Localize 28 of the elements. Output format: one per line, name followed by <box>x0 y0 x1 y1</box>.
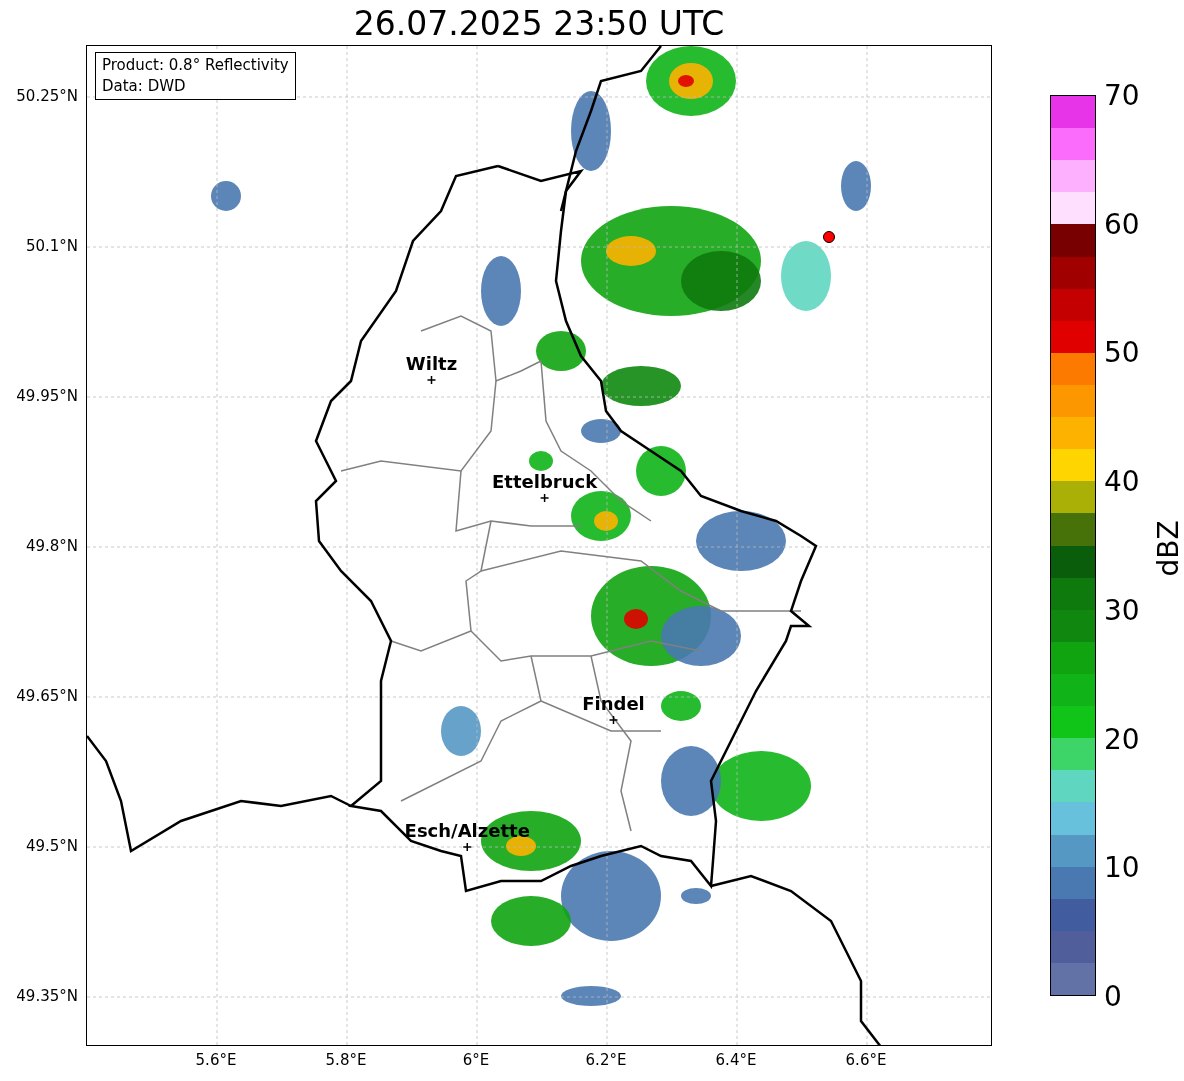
axis-tick-label: 50.25°N <box>16 87 78 105</box>
axis-tick-label: 5.8°E <box>325 1051 367 1069</box>
axis-tick-label: 49.5°N <box>25 837 78 855</box>
colorbar-tick-label: 60 <box>1104 207 1140 241</box>
colorbar-tick-label: 30 <box>1104 593 1140 627</box>
colorbar-tick-label: 70 <box>1104 78 1140 112</box>
axis-tick-label: 49.35°N <box>16 987 78 1005</box>
place-label: Wiltz <box>405 353 458 374</box>
axis-tick-label: 49.65°N <box>16 687 78 705</box>
axis-tick-label: 6.6°E <box>845 1051 887 1069</box>
colorbar-tick-label: 0 <box>1104 979 1122 1013</box>
axis-tick-label: 6.4°E <box>715 1051 757 1069</box>
colorbar-tick-label: 10 <box>1104 850 1140 884</box>
axis-tick-label: 5.6°E <box>195 1051 237 1069</box>
colorbar-tick-label: 50 <box>1104 335 1140 369</box>
info-text: Data: DWD <box>102 76 187 97</box>
colorbar-tick-label: 40 <box>1104 464 1140 498</box>
axis-tick-label: 49.95°N <box>16 387 78 405</box>
axis-tick-label: 50.1°N <box>25 237 78 255</box>
axis-tick-label: 49.8°N <box>25 537 78 555</box>
colorbar-label: dBZ <box>1151 520 1184 577</box>
place-label: Ettelbruck <box>492 471 598 492</box>
axis-tick-label: 6.2°E <box>585 1051 627 1069</box>
axis-tick-label: 6°E <box>462 1051 490 1069</box>
info-text: Product: 0.8° Reflectivity <box>102 55 289 76</box>
chart-title: 26.07.2025 23:50 UTC <box>352 4 726 43</box>
place-label: Findel <box>582 693 645 714</box>
colorbar-tick-label: 20 <box>1104 722 1140 756</box>
